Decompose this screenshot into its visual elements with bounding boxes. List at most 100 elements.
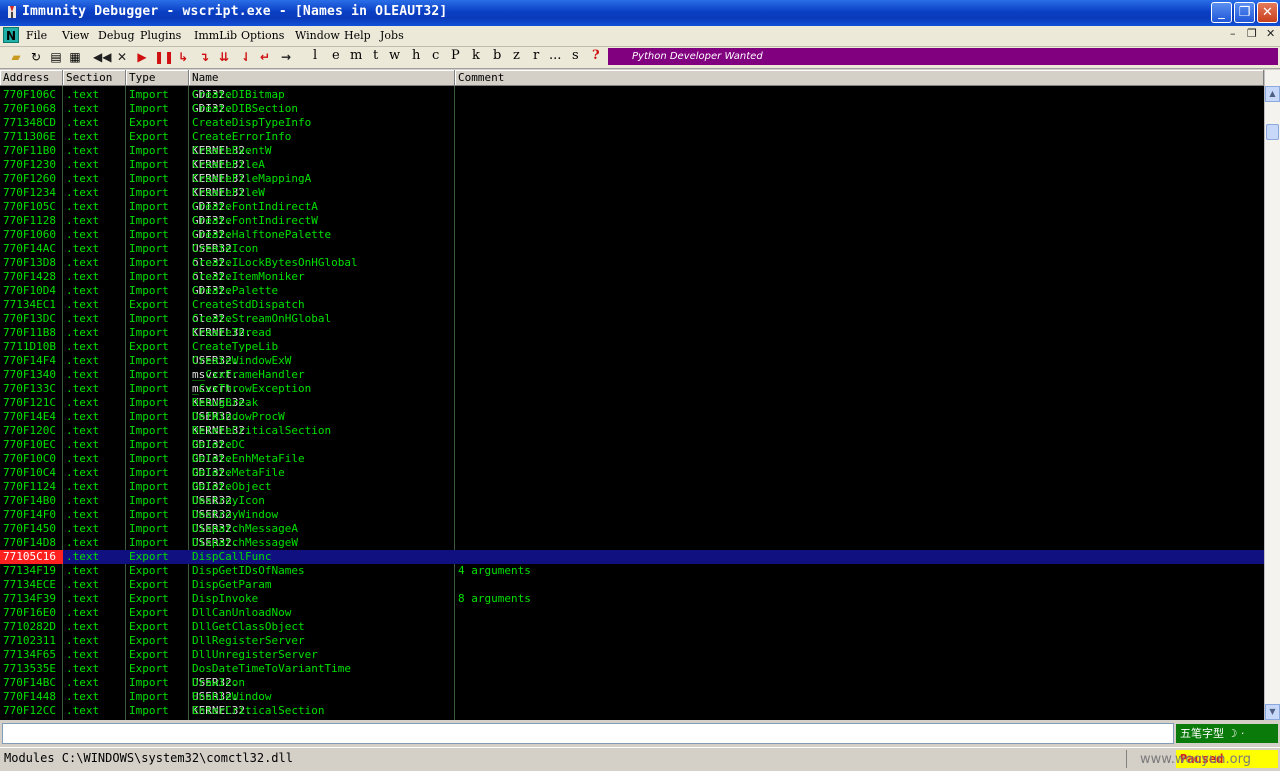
table-row[interactable]: 77134F19 .text Export DispGetIDsOfNames 4 ar… <box>0 564 1264 578</box>
menu-jobs[interactable]: Jobs <box>380 29 404 42</box>
toolbar-t[interactable]: t <box>373 48 378 63</box>
column-type[interactable]: Type <box>126 70 189 86</box>
close-process-icon[interactable]: ✕ <box>114 49 130 65</box>
table-row[interactable]: 770F16E0 .text Export DllCanUnloadNow <box>0 606 1264 620</box>
toolbar-b[interactable]: b <box>493 48 501 63</box>
toolbar-r[interactable]: r <box>533 48 539 63</box>
column-address[interactable]: Address <box>0 70 63 86</box>
menu-file[interactable]: File <box>26 29 47 42</box>
trace-over-icon[interactable]: ⇃ <box>238 49 254 65</box>
menu-options[interactable]: Options <box>241 29 284 42</box>
minimize-button[interactable]: _ <box>1211 2 1232 23</box>
menu-window[interactable]: Window <box>295 29 340 42</box>
run-icon[interactable]: ▶ <box>134 49 150 65</box>
table-row[interactable]: 7711306E .text Export CreateErrorInfo <box>0 130 1264 144</box>
table-row[interactable]: 770F106C .text Import GDI32. CreateDIBitmap <box>0 88 1264 102</box>
menu-view[interactable]: View <box>62 29 89 42</box>
toolbar-z[interactable]: z <box>513 48 520 63</box>
table-row[interactable]: 770F10C0 .text Import GDI32. DeleteEnhMetaFi… <box>0 452 1264 466</box>
table-row[interactable]: 7711D10B .text Export CreateTypeLib <box>0 340 1264 354</box>
toolbar-p[interactable]: P <box>451 48 460 63</box>
child-restore-button[interactable]: ❐ <box>1247 27 1257 40</box>
table-row[interactable]: 770F14E4 .text Import USER32. DefWindowProcW <box>0 410 1264 424</box>
table-row[interactable]: 770F14AC .text Import USER32. CreateIcon <box>0 242 1264 256</box>
table-row[interactable]: 770F14F0 .text Import USER32. DestroyWindow <box>0 508 1264 522</box>
execute-till-return-icon[interactable]: ↵ <box>257 49 273 65</box>
table-row[interactable]: 770F121C .text Import KERNEL32. DebugBreak <box>0 396 1264 410</box>
step-into-icon[interactable]: ↳ <box>175 49 191 65</box>
table-row[interactable]: 77134EC1 .text Export CreateStdDispatch <box>0 298 1264 312</box>
scroll-thumb[interactable] <box>1266 124 1279 140</box>
table-row[interactable]: 77134F65 .text Export DllUnregisterServer <box>0 648 1264 662</box>
toolbar-s[interactable]: s <box>572 48 579 63</box>
table-row[interactable]: 770F14B0 .text Import USER32. DestroyIcon <box>0 494 1264 508</box>
vertical-scrollbar[interactable]: ▲ ▼ <box>1264 70 1280 720</box>
cpu-window-icon[interactable]: ▦ <box>67 49 83 65</box>
table-row[interactable]: 7710282D .text Export DllGetClassObject <box>0 620 1264 634</box>
toolbar-l[interactable]: l <box>313 48 317 63</box>
command-input[interactable] <box>2 723 1174 744</box>
table-row[interactable]: 77134F39 .text Export DispInvoke 8 arguments <box>0 592 1264 606</box>
names-list[interactable]: 770F106C .text Import GDI32. CreateDIBitmap 7… <box>0 86 1264 720</box>
scroll-down-button[interactable]: ▼ <box>1265 704 1280 720</box>
toolbar-e[interactable]: e <box>332 48 340 63</box>
menu-plugins[interactable]: Plugins <box>140 29 181 42</box>
open-folder-icon[interactable]: ▰ <box>8 49 24 65</box>
table-row[interactable]: 770F10EC .text Import GDI32. DeleteDC <box>0 438 1264 452</box>
toolbar-k[interactable]: k <box>472 48 480 63</box>
menu-help[interactable]: Help <box>344 29 371 42</box>
restart-icon[interactable]: ◀◀ <box>93 49 111 65</box>
close-button[interactable]: ✕ <box>1257 2 1278 23</box>
table-row[interactable]: 770F133C .text Import msvcrt. _CxxThrowExcep… <box>0 382 1264 396</box>
step-over-icon[interactable]: ↴ <box>196 49 212 65</box>
toolbar-w[interactable]: w <box>389 48 400 63</box>
toolbar-ellipsis[interactable]: ... <box>549 48 561 63</box>
child-close-button[interactable]: ✕ <box>1266 27 1275 40</box>
table-row[interactable]: 770F1128 .text Import GDI32. CreateFontIndir… <box>0 214 1264 228</box>
table-row[interactable]: 770F14D8 .text Import USER32. DispatchMessag… <box>0 536 1264 550</box>
log-window-icon[interactable]: ▤ <box>48 49 64 65</box>
table-row[interactable]: 770F13D8 .text Import ole32. CreateILockByte… <box>0 256 1264 270</box>
table-row[interactable]: 770F13DC .text Import ole32. CreateStreamOnH… <box>0 312 1264 326</box>
table-row[interactable]: 771348CD .text Export CreateDispTypeInfo <box>0 116 1264 130</box>
column-name[interactable]: Name <box>189 70 455 86</box>
go-to-address-icon[interactable]: → <box>278 49 294 65</box>
table-row[interactable]: 77134ECE .text Export DispGetParam <box>0 578 1264 592</box>
table-row[interactable]: 770F12CC .text Import KERNEL32. EnterCritica… <box>0 704 1264 718</box>
table-row[interactable]: 770F1428 .text Import ole32. CreateItemMonik… <box>0 270 1264 284</box>
column-section[interactable]: Section <box>63 70 126 86</box>
scroll-up-button[interactable]: ▲ <box>1265 86 1280 102</box>
child-minimize-button[interactable]: – <box>1230 27 1236 40</box>
table-row[interactable]: 770F14F4 .text Import USER32. CreateWindowEx… <box>0 354 1264 368</box>
ime-indicator[interactable]: 五笔字型 ☽ · <box>1176 724 1278 743</box>
names-window-icon[interactable]: N <box>3 27 19 43</box>
refresh-icon[interactable]: ↻ <box>28 49 44 65</box>
maximize-button[interactable]: ❐ <box>1234 2 1255 23</box>
table-row[interactable]: 770F1060 .text Import GDI32. CreateHalftoneP… <box>0 228 1264 242</box>
menu-debug[interactable]: Debug <box>98 29 135 42</box>
table-row[interactable]: 770F1230 .text Import KERNEL32. CreateFileA <box>0 158 1264 172</box>
table-row[interactable]: 770F1124 .text Import GDI32. DeleteObject <box>0 480 1264 494</box>
trace-into-icon[interactable]: ⇊ <box>216 49 232 65</box>
table-row[interactable]: 770F1450 .text Import USER32. DispatchMessag… <box>0 522 1264 536</box>
table-row[interactable]: 770F1068 .text Import GDI32. CreateDIBSectio… <box>0 102 1264 116</box>
table-row[interactable]: 770F1234 .text Import KERNEL32. CreateFileW <box>0 186 1264 200</box>
table-row[interactable]: 770F120C .text Import KERNEL32. DeleteCritic… <box>0 424 1264 438</box>
table-row[interactable]: 7713535E .text Export DosDateTimeToVariantT… <box>0 662 1264 676</box>
table-row[interactable]: 770F11B0 .text Import KERNEL32. CreateEventW <box>0 144 1264 158</box>
table-row[interactable]: 770F11B8 .text Import KERNEL32. CreateThread <box>0 326 1264 340</box>
pause-icon[interactable]: ❚❚ <box>154 49 174 65</box>
table-row[interactable]: 770F10D4 .text Import GDI32. CreatePalette <box>0 284 1264 298</box>
table-row[interactable]: 770F1260 .text Import KERNEL32. CreateFileMa… <box>0 172 1264 186</box>
table-row[interactable]: 770F1340 .text Import msvcrt. __CxxFrameHand… <box>0 368 1264 382</box>
table-row[interactable]: 77102311 .text Export DllRegisterServer <box>0 634 1264 648</box>
toolbar-m[interactable]: m <box>350 48 362 63</box>
toolbar-c[interactable]: c <box>432 48 439 63</box>
help-icon[interactable]: ? <box>592 48 600 63</box>
table-row[interactable]: 770F10C4 .text Import GDI32. DeleteMetaFile <box>0 466 1264 480</box>
table-row[interactable]: 77105C16 .text Export DispCallFunc <box>0 550 1264 564</box>
column-comment[interactable]: Comment <box>455 70 1264 86</box>
table-row[interactable]: 770F14BC .text Import USER32. DrawIcon <box>0 676 1264 690</box>
toolbar-h[interactable]: h <box>412 48 420 63</box>
table-row[interactable]: 770F1448 .text Import USER32. EnableWindow <box>0 690 1264 704</box>
